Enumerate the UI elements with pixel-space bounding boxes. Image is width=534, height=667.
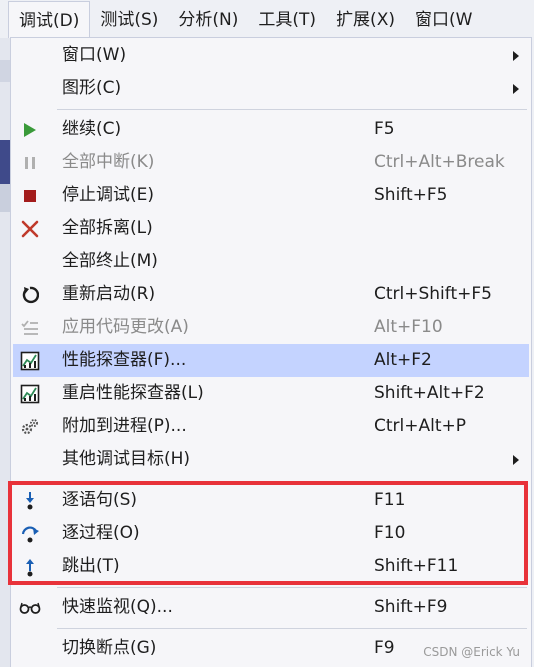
menu-item-graphics[interactable]: 图形(C) xyxy=(13,72,529,105)
menu-item-label: 重启性能探查器(L) xyxy=(62,383,204,403)
menu-item-step-into[interactable]: 逐语句(S) F11 xyxy=(13,484,529,517)
menu-item-quick-watch[interactable]: 快速监视(Q)... Shift+F9 xyxy=(13,591,529,624)
menu-item-shortcut: Shift+Alt+F2 xyxy=(374,383,485,403)
menu-item-label: 全部中断(K) xyxy=(62,152,155,172)
debug-dropdown-menu: 窗口(W) 图形(C) 继续(C) F5 全部中断(K) Ctrl+Alt+Br… xyxy=(8,37,532,667)
profiler-icon xyxy=(19,383,41,405)
menu-extensions[interactable]: 扩展(X) xyxy=(326,0,405,38)
play-icon xyxy=(19,119,41,141)
menu-item-shortcut: Alt+F10 xyxy=(374,317,443,337)
menu-item-label: 全部拆离(L) xyxy=(62,218,153,238)
menu-separator xyxy=(57,109,527,110)
menu-item-break-all[interactable]: 全部中断(K) Ctrl+Alt+Break xyxy=(13,146,529,179)
menu-item-apply-code-changes[interactable]: 应用代码更改(A) Alt+F10 xyxy=(13,311,529,344)
submenu-arrow-icon xyxy=(513,84,519,94)
background-editor-strip xyxy=(0,38,10,667)
menu-item-shortcut: F5 xyxy=(374,119,395,139)
menu-item-label: 图形(C) xyxy=(62,78,122,98)
submenu-arrow-icon xyxy=(513,455,519,465)
menu-item-label: 切换断点(G) xyxy=(62,638,157,658)
background-editor-fragment xyxy=(0,140,10,184)
menu-item-shortcut: Shift+F9 xyxy=(374,597,448,617)
menu-item-shortcut: Ctrl+Alt+P xyxy=(374,416,467,436)
menu-item-label: 跳出(T) xyxy=(62,556,120,576)
gears-icon xyxy=(19,416,41,438)
menu-item-stop-debugging[interactable]: 停止调试(E) Shift+F5 xyxy=(13,179,529,212)
menu-item-label: 其他调试目标(H) xyxy=(62,449,191,469)
menu-separator xyxy=(57,628,527,629)
background-editor-fragment xyxy=(0,60,10,82)
submenu-arrow-icon xyxy=(513,51,519,61)
menu-item-label: 重新启动(R) xyxy=(62,284,156,304)
menu-item-shortcut: F9 xyxy=(374,638,395,658)
menu-item-label: 性能探查器(F)... xyxy=(62,350,187,370)
menu-item-label: 逐过程(O) xyxy=(62,523,140,543)
menu-item-label: 停止调试(E) xyxy=(62,185,155,205)
menu-item-terminate-all[interactable]: 全部终止(M) xyxy=(13,245,529,278)
background-editor-fragment xyxy=(0,184,10,212)
menu-item-label: 窗口(W) xyxy=(62,45,127,65)
menu-window[interactable]: 窗口(W xyxy=(405,0,482,38)
apply-changes-icon xyxy=(19,317,41,339)
menu-test[interactable]: 测试(S) xyxy=(90,0,168,38)
menu-item-performance-profiler[interactable]: 性能探查器(F)... Alt+F2 xyxy=(13,344,529,377)
menu-item-step-over[interactable]: 逐过程(O) F10 xyxy=(13,517,529,550)
menu-item-label: 附加到进程(P)... xyxy=(62,416,187,436)
menu-item-label: 应用代码更改(A) xyxy=(62,317,189,337)
menu-item-label: 逐语句(S) xyxy=(62,490,138,510)
menu-bar: 调试(D) 测试(S) 分析(N) 工具(T) 扩展(X) 窗口(W xyxy=(0,0,534,38)
menu-analyze[interactable]: 分析(N) xyxy=(168,0,248,38)
glasses-icon xyxy=(19,597,41,619)
pause-icon xyxy=(19,152,41,174)
menu-item-shortcut: Alt+F2 xyxy=(374,350,432,370)
menu-item-relaunch-profiler[interactable]: 重启性能探查器(L) Shift+Alt+F2 xyxy=(13,377,529,410)
menu-item-label: 快速监视(Q)... xyxy=(62,597,173,617)
restart-icon xyxy=(19,284,41,306)
menu-item-continue[interactable]: 继续(C) F5 xyxy=(13,113,529,146)
menu-item-restart[interactable]: 重新启动(R) Ctrl+Shift+F5 xyxy=(13,278,529,311)
step-out-icon xyxy=(19,556,41,578)
menu-item-label: 全部终止(M) xyxy=(62,251,158,271)
watermark: CSDN @Erick Yu xyxy=(423,645,520,659)
profiler-icon xyxy=(19,350,41,372)
menu-item-shortcut: Ctrl+Shift+F5 xyxy=(374,284,492,304)
step-into-icon xyxy=(19,490,41,512)
menu-item-window[interactable]: 窗口(W) xyxy=(13,39,529,72)
menu-item-step-out[interactable]: 跳出(T) Shift+F11 xyxy=(13,550,529,583)
step-over-icon xyxy=(19,523,41,545)
menu-item-label: 继续(C) xyxy=(62,119,122,139)
menu-item-shortcut: Shift+F11 xyxy=(374,556,459,576)
detach-x-icon xyxy=(19,218,41,240)
menu-item-shortcut: Shift+F5 xyxy=(374,185,448,205)
menu-tools[interactable]: 工具(T) xyxy=(248,0,326,38)
menu-debug[interactable]: 调试(D) xyxy=(8,0,91,38)
menu-item-other-debug-targets[interactable]: 其他调试目标(H) xyxy=(13,443,529,476)
stop-icon xyxy=(19,185,41,207)
menu-item-detach-all[interactable]: 全部拆离(L) xyxy=(13,212,529,245)
menu-item-shortcut: F11 xyxy=(374,490,406,510)
menu-item-shortcut: Ctrl+Alt+Break xyxy=(374,152,505,172)
menu-separator xyxy=(57,587,527,588)
menu-separator xyxy=(57,481,527,482)
menu-item-shortcut: F10 xyxy=(374,523,406,543)
menu-item-attach-to-process[interactable]: 附加到进程(P)... Ctrl+Alt+P xyxy=(13,410,529,443)
